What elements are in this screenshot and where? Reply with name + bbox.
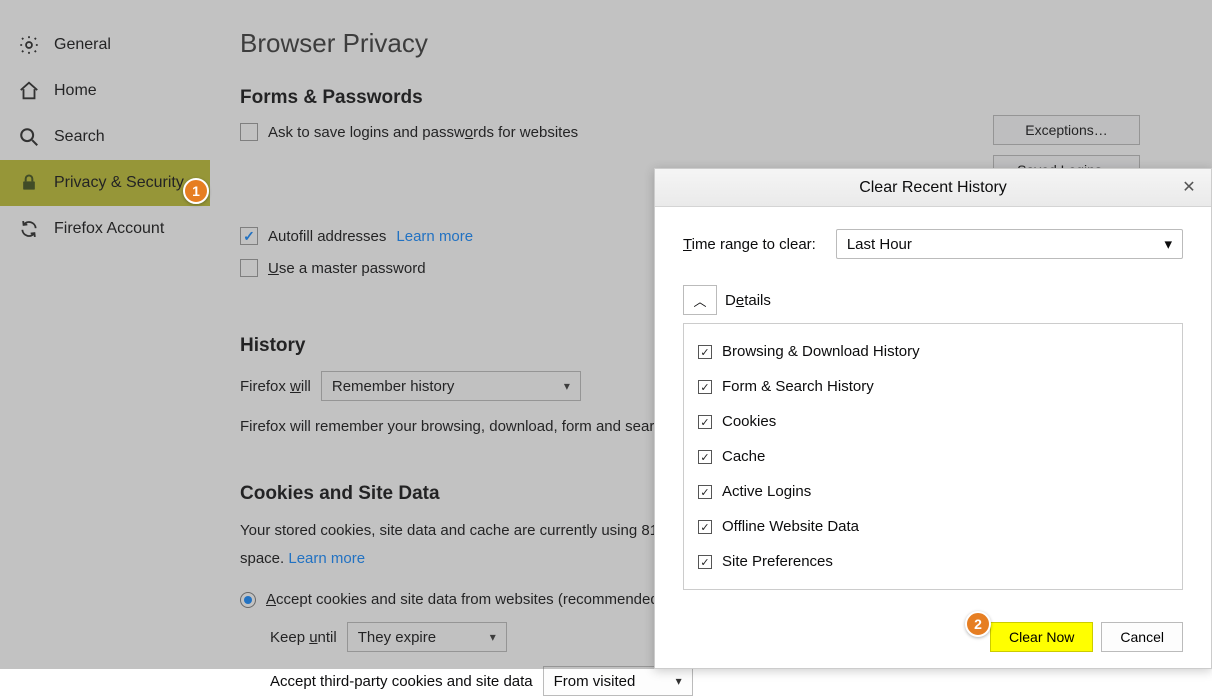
clear-history-dialog: Clear Recent History ✕ Time range to cle… [654,168,1212,669]
master-password-label: Use a master password [268,260,426,277]
details-item-active-logins[interactable]: Active Logins [698,474,1168,509]
annotation-dot-1: 1 [183,178,209,204]
gear-icon [18,34,40,56]
details-item-site-preferences[interactable]: Site Preferences [698,544,1168,579]
autofill-learn-more-link[interactable]: Learn more [396,228,473,245]
sidebar-item-label: Privacy & Security [54,174,184,192]
sidebar-item-privacy-security[interactable]: Privacy & Security [0,160,210,206]
checkbox-cache[interactable] [698,450,712,464]
section-forms-passwords-heading: Forms & Passwords [240,87,1212,109]
sidebar-item-label: Home [54,82,97,100]
radio-accept-cookies[interactable] [240,592,256,608]
sidebar: General Home Search Privacy & Security F… [0,0,210,669]
sidebar-item-label: Search [54,128,105,146]
page-title: Browser Privacy [240,28,1212,59]
checkbox-offline-website-data[interactable] [698,520,712,534]
chevron-down-icon: ▾ [1164,235,1172,253]
third-party-cookies-select[interactable]: From visited [543,666,693,696]
sidebar-item-label: Firefox Account [54,220,164,238]
search-icon [18,126,40,148]
cookies-learn-more-link[interactable]: Learn more [288,550,365,567]
details-item-cookies[interactable]: Cookies [698,404,1168,439]
checkbox-cookies[interactable] [698,415,712,429]
checkbox-form-search[interactable] [698,380,712,394]
autofill-addresses-label: Autofill addresses [268,228,386,245]
details-item-form-search[interactable]: Form & Search History [698,369,1168,404]
time-range-select[interactable]: Last Hour ▾ [836,229,1183,259]
sync-icon [18,218,40,240]
exceptions-button[interactable]: Exceptions… [993,115,1140,145]
checkbox-master-password[interactable] [240,259,258,277]
sidebar-item-firefox-account[interactable]: Firefox Account [0,206,210,252]
sidebar-item-general[interactable]: General [0,22,210,68]
sidebar-item-home[interactable]: Home [0,68,210,114]
home-icon [18,80,40,102]
time-range-label: Time range to clear: [683,236,816,253]
details-label: Details [725,292,771,309]
history-mode-select[interactable]: Remember history [321,371,581,401]
chevron-up-icon: ︿ [693,291,706,310]
close-icon[interactable]: ✕ [1179,177,1199,197]
details-item-browsing-download[interactable]: Browsing & Download History [698,334,1168,369]
annotation-dot-2: 2 [965,611,991,637]
third-party-cookies-label: Accept third-party cookies and site data [270,673,533,690]
checkbox-autofill-addresses[interactable] [240,227,258,245]
ask-save-logins-label: Ask to save logins and passwords for web… [268,124,578,141]
keep-until-label: Keep until [270,629,337,646]
clear-now-button[interactable]: Clear Now [990,622,1093,652]
checkbox-active-logins[interactable] [698,485,712,499]
lock-icon [18,172,40,194]
sidebar-item-search[interactable]: Search [0,114,210,160]
details-item-cache[interactable]: Cache [698,439,1168,474]
dialog-title: Clear Recent History [859,179,1007,197]
history-firefox-will-label: Firefox will [240,378,311,395]
details-item-offline-website-data[interactable]: Offline Website Data [698,509,1168,544]
checkbox-ask-save-logins[interactable] [240,123,258,141]
cancel-button[interactable]: Cancel [1101,622,1183,652]
checkbox-browsing-download[interactable] [698,345,712,359]
details-list: Browsing & Download History Form & Searc… [683,323,1183,590]
accept-cookies-label: Accept cookies and site data from websit… [266,591,659,608]
sidebar-item-label: General [54,36,111,54]
details-toggle[interactable]: ︿ [683,285,717,315]
dialog-header: Clear Recent History ✕ [655,169,1211,207]
checkbox-site-preferences[interactable] [698,555,712,569]
keep-until-select[interactable]: They expire [347,622,507,652]
